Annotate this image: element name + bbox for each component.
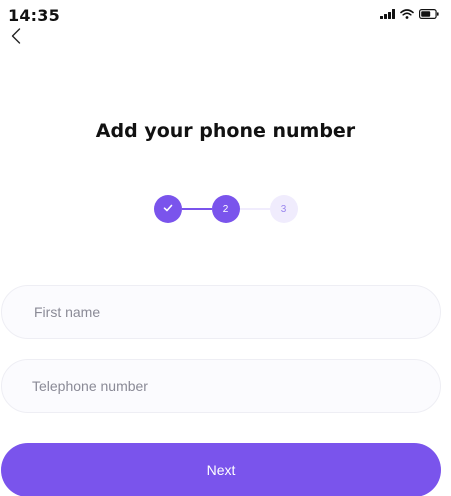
- status-time: 14:35: [8, 6, 60, 25]
- back-button[interactable]: [7, 28, 25, 48]
- check-icon: [163, 204, 173, 215]
- phone-number-screen: 14:35 Add your phone number 2 3 First na…: [0, 0, 451, 496]
- step-connector: [181, 208, 212, 210]
- telephone-input[interactable]: [32, 360, 440, 412]
- chevron-left-icon: [11, 28, 21, 48]
- step-1-completed: [153, 195, 182, 223]
- step-connector: [239, 208, 270, 210]
- step-3-upcoming: 3: [269, 195, 298, 223]
- wifi-icon: [400, 9, 414, 19]
- next-button[interactable]: Next: [1, 443, 441, 496]
- battery-icon: [419, 9, 439, 19]
- page-title: Add your phone number: [95, 120, 356, 142]
- first-name-field[interactable]: [1, 285, 441, 339]
- status-icons: [380, 9, 439, 19]
- step-2-active: 2: [211, 195, 240, 223]
- signal-icon: [380, 9, 395, 19]
- progress-stepper: 2 3: [0, 195, 451, 223]
- telephone-field[interactable]: [1, 359, 441, 413]
- first-name-input[interactable]: [34, 286, 440, 338]
